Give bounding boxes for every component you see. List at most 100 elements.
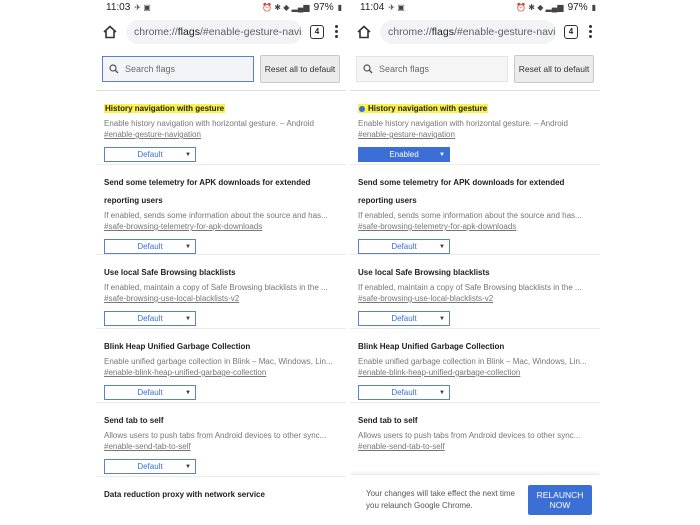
- battery-percent: 97%: [567, 2, 588, 13]
- flag-description: Enable unified garbage collection in Bli…: [358, 357, 587, 366]
- tab-switcher-button[interactable]: 4: [310, 24, 324, 39]
- relaunch-snackbar: Your changes will take effect the next t…: [350, 475, 600, 525]
- flag-link[interactable]: #safe-browsing-use-local-blacklists-v2: [104, 293, 338, 305]
- search-row: Search flags Reset all to default: [350, 48, 600, 91]
- notification-icons: ✈ ▣: [134, 3, 151, 12]
- search-input[interactable]: Search flags: [356, 56, 508, 82]
- battery-icon: ▮: [337, 3, 342, 12]
- flag-description: Enable unified garbage collection in Bli…: [104, 357, 333, 366]
- reset-all-button[interactable]: Reset all to default: [260, 55, 340, 83]
- flag-item: Use local Safe Browsing blacklists If en…: [96, 255, 346, 329]
- home-icon[interactable]: [102, 24, 118, 40]
- flag-select-value: Default: [137, 150, 163, 159]
- search-row: Search flags Reset all to default: [96, 48, 346, 91]
- flag-link[interactable]: #enable-gesture-navigation: [358, 129, 592, 141]
- flag-title: Send tab to self: [104, 416, 164, 425]
- left-screen: 11:03 ✈ ▣ ⏰ ✱ ◆ ▂▄▆ 97% ▮ chrome://flags…: [96, 0, 346, 525]
- dropdown-arrow-icon: ▼: [439, 151, 445, 158]
- flag-title: Send some telemetry for APK downloads fo…: [104, 178, 311, 205]
- url-bar[interactable]: chrome://flags/#enable-gesture-naviga: [126, 19, 302, 44]
- overflow-menu-icon[interactable]: [332, 25, 340, 38]
- flag-link[interactable]: #enable-blink-heap-unified-garbage-colle…: [104, 367, 338, 379]
- overflow-menu-icon[interactable]: [586, 25, 594, 38]
- flag-item: Blink Heap Unified Garbage Collection En…: [350, 329, 600, 403]
- flag-link[interactable]: #enable-gesture-navigation: [104, 129, 338, 141]
- flag-item: Send tab to self Allows users to push ta…: [96, 403, 346, 477]
- flag-description: Allows users to push tabs from Android d…: [358, 431, 581, 440]
- signal-icons: ⏰ ✱ ◆ ▂▄▆: [262, 3, 310, 12]
- search-placeholder: Search flags: [125, 64, 176, 74]
- flag-select[interactable]: Default ▼: [104, 239, 196, 254]
- toolbar: chrome://flags/#enable-gesture-naviga 4: [350, 15, 600, 48]
- flag-select[interactable]: Default ▼: [104, 385, 196, 400]
- flag-link[interactable]: #safe-browsing-telemetry-for-apk-downloa…: [358, 221, 592, 233]
- flag-description: If enabled, maintain a copy of Safe Brow…: [104, 283, 328, 292]
- url-path: /#enable-gesture-naviga: [453, 25, 556, 38]
- search-icon: [109, 64, 119, 74]
- flag-link[interactable]: #enable-blink-heap-unified-garbage-colle…: [358, 367, 592, 379]
- flag-description: If enabled, sends some information about…: [358, 211, 582, 220]
- flag-item: History navigation with gesture Enable h…: [350, 91, 600, 165]
- right-screen: 11:04 ✈ ▣ ⏰ ✱ ◆ ▂▄▆ 97% ▮ chrome://flags…: [350, 0, 600, 525]
- flag-description: If enabled, sends some information about…: [104, 211, 328, 220]
- search-placeholder: Search flags: [379, 64, 430, 74]
- flag-select-value: Default: [391, 388, 417, 397]
- flag-select-value: Default: [391, 242, 417, 251]
- flag-link[interactable]: #safe-browsing-telemetry-for-apk-downloa…: [104, 221, 338, 233]
- flag-title: Send tab to self: [358, 416, 418, 425]
- flag-description: Enable history navigation with horizonta…: [358, 119, 568, 128]
- flag-description: If enabled, maintain a copy of Safe Brow…: [358, 283, 582, 292]
- flag-select-value: Enabled: [389, 150, 419, 159]
- flag-description: Enable history navigation with horizonta…: [104, 119, 314, 128]
- signal-icons: ⏰ ✱ ◆ ▂▄▆: [516, 3, 564, 12]
- flag-select-value: Default: [137, 242, 163, 251]
- flag-item: History navigation with gesture Enable h…: [96, 91, 346, 165]
- flag-select[interactable]: Default ▼: [358, 385, 450, 400]
- notification-icons: ✈ ▣: [388, 3, 405, 12]
- status-bar: 11:04 ✈ ▣ ⏰ ✱ ◆ ▂▄▆ 97% ▮: [350, 0, 600, 15]
- flag-title: Blink Heap Unified Garbage Collection: [104, 342, 251, 351]
- flag-select-value: Default: [391, 314, 417, 323]
- status-time: 11:03: [106, 2, 131, 13]
- dropdown-arrow-icon: ▼: [185, 151, 191, 158]
- search-icon: [363, 64, 373, 74]
- flag-title: History navigation with gesture: [104, 104, 226, 113]
- status-time: 11:04: [360, 2, 385, 13]
- flag-title: History navigation with gesture: [358, 104, 489, 113]
- modified-indicator-dot: [359, 105, 365, 112]
- flag-select[interactable]: Default ▼: [358, 239, 450, 254]
- flag-title-text: History navigation with gesture: [368, 104, 488, 113]
- flag-title: Use local Safe Browsing blacklists: [358, 268, 490, 277]
- battery-icon: ▮: [591, 3, 596, 12]
- flag-select[interactable]: Default ▼: [104, 459, 196, 474]
- flag-item: Send tab to self Allows users to push ta…: [350, 403, 600, 477]
- flag-link[interactable]: #enable-send-tab-to-self: [358, 441, 592, 453]
- flag-title: Send some telemetry for APK downloads fo…: [358, 178, 565, 205]
- dropdown-arrow-icon: ▼: [185, 315, 191, 322]
- flag-select[interactable]: Default ▼: [358, 311, 450, 326]
- flag-select[interactable]: Default ▼: [104, 147, 196, 162]
- url-host: flags: [431, 25, 454, 38]
- flag-title: Blink Heap Unified Garbage Collection: [358, 342, 505, 351]
- flag-item: Send some telemetry for APK downloads fo…: [96, 165, 346, 255]
- flag-select-value: Default: [137, 462, 163, 471]
- dropdown-arrow-icon: ▼: [439, 243, 445, 250]
- flag-select[interactable]: Enabled ▼: [358, 147, 450, 162]
- flag-link[interactable]: #enable-send-tab-to-self: [104, 441, 338, 453]
- home-icon[interactable]: [356, 24, 372, 40]
- tab-switcher-button[interactable]: 4: [564, 24, 578, 39]
- flag-select-value: Default: [137, 388, 163, 397]
- flag-item: Blink Heap Unified Garbage Collection En…: [96, 329, 346, 403]
- dropdown-arrow-icon: ▼: [185, 389, 191, 396]
- url-bar[interactable]: chrome://flags/#enable-gesture-naviga: [380, 19, 556, 44]
- reset-all-button[interactable]: Reset all to default: [514, 55, 594, 83]
- url-prefix: chrome://: [388, 25, 432, 38]
- url-prefix: chrome://: [134, 25, 178, 38]
- flag-item: Use local Safe Browsing blacklists If en…: [350, 255, 600, 329]
- flag-link[interactable]: #safe-browsing-use-local-blacklists-v2: [358, 293, 592, 305]
- snackbar-message: Your changes will take effect the next t…: [366, 489, 515, 510]
- flag-item: Data reduction proxy with network servic…: [96, 477, 346, 525]
- flag-select[interactable]: Default ▼: [104, 311, 196, 326]
- relaunch-now-button[interactable]: RELAUNCH NOW: [528, 485, 592, 515]
- search-input[interactable]: Search flags: [102, 56, 254, 82]
